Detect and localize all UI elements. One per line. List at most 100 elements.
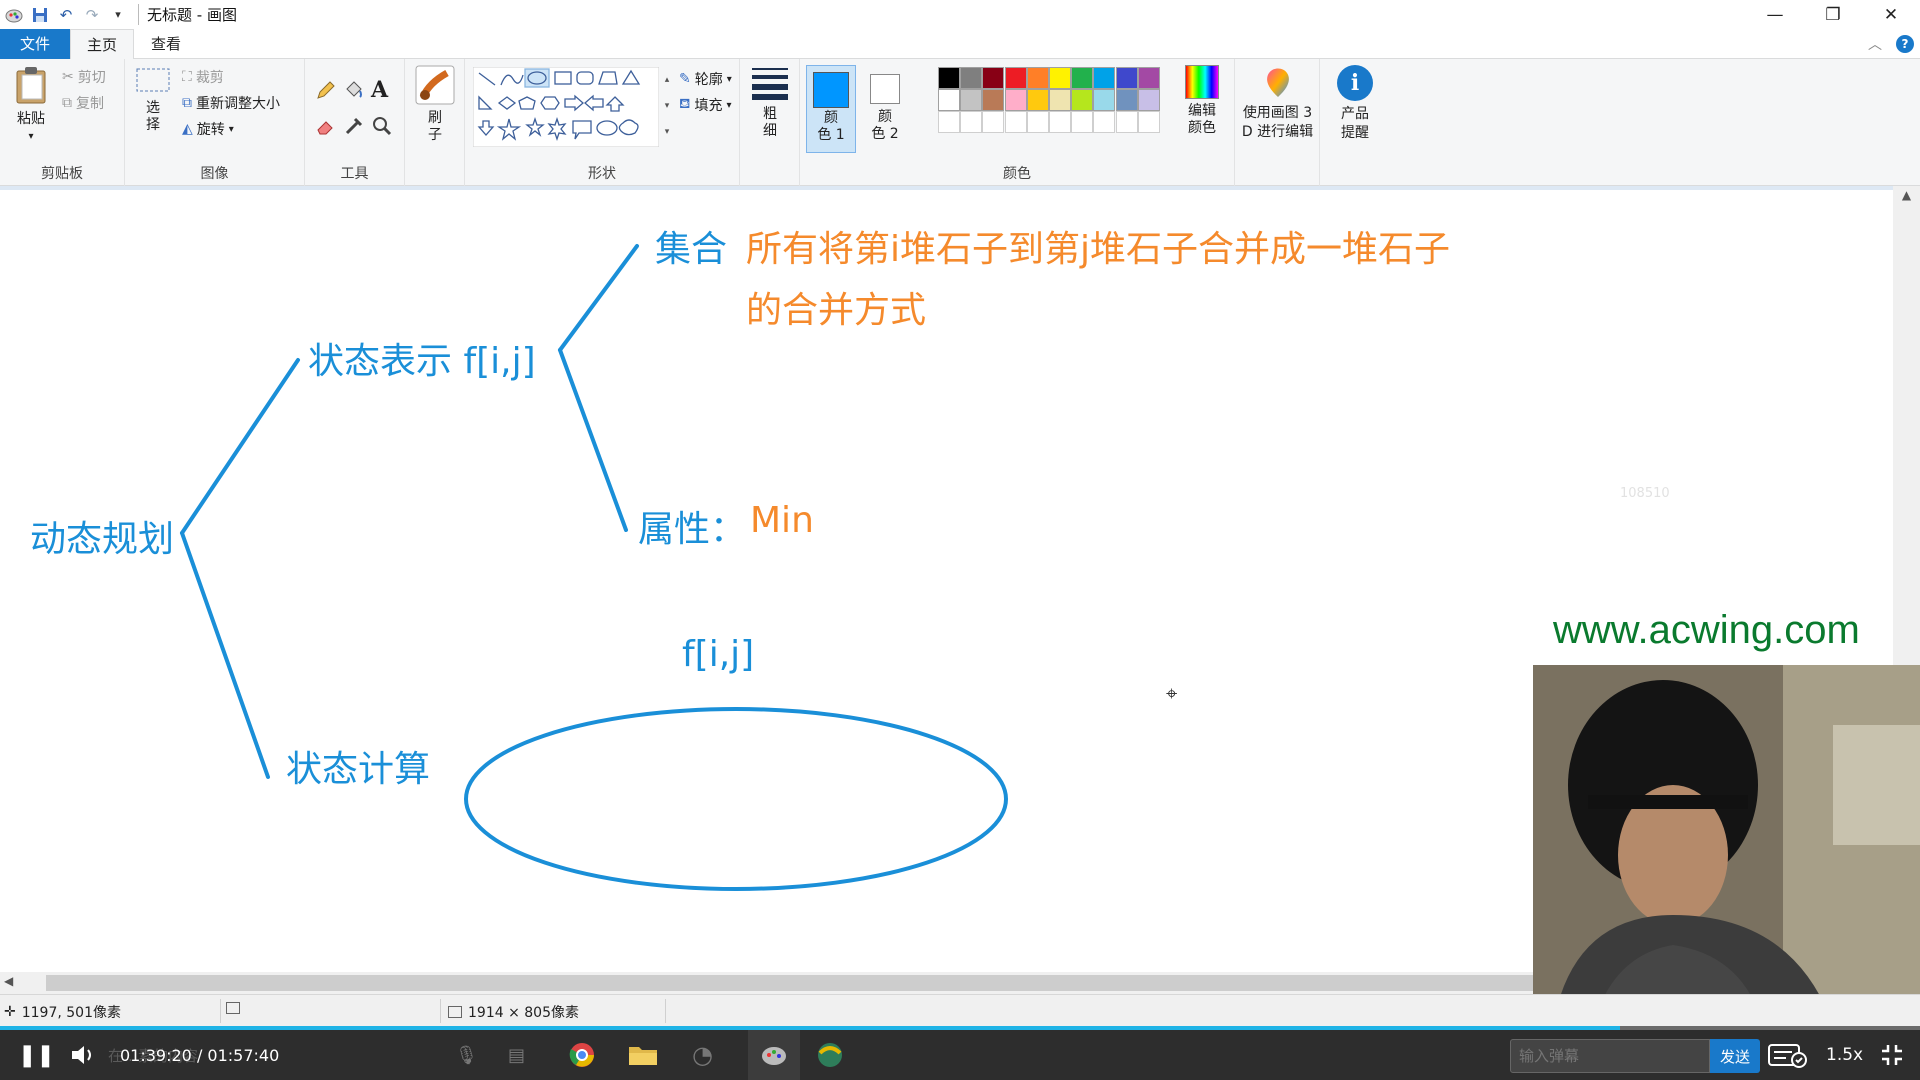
palette-swatch[interactable] [1137, 89, 1160, 111]
scroll-left-icon[interactable]: ◀ [4, 974, 13, 988]
palette-swatch[interactable] [1115, 67, 1138, 89]
edit-colors-button[interactable]: 编辑 颜色 [1180, 65, 1224, 137]
color-picker-icon[interactable] [343, 115, 365, 141]
playback-speed-button[interactable]: 1.5x [1826, 1030, 1863, 1080]
maximize-button[interactable]: ❐ [1804, 0, 1862, 29]
palette-swatch[interactable] [938, 67, 960, 89]
text-tool-icon[interactable]: A [371, 77, 388, 103]
palette-swatch[interactable] [1004, 89, 1027, 111]
danmu-input[interactable] [1510, 1039, 1710, 1073]
select-rectangle-icon [136, 68, 170, 92]
volume-button[interactable] [70, 1030, 96, 1080]
color2-button[interactable]: 颜 色 2 [860, 65, 910, 143]
paste-label: 粘贴 [17, 111, 45, 127]
palette-swatch[interactable] [1049, 89, 1071, 111]
progress-track[interactable] [0, 1026, 1920, 1030]
task-view-icon: ▤ [508, 1044, 526, 1066]
paste-button[interactable]: 粘贴 ▾ [8, 65, 54, 146]
palette-swatch[interactable] [938, 89, 960, 111]
resize-button[interactable]: ⧉ 重新调整大小 [182, 93, 280, 113]
copy-label: 复制 [76, 96, 104, 112]
help-icon[interactable]: ? [1896, 35, 1914, 53]
palette-swatch-empty[interactable] [938, 111, 960, 133]
tab-home[interactable]: 主页 [70, 29, 134, 60]
canvas-area: 动态规划 状态表示 f[i,j] 集合 所有将第i堆石子到第j堆石子合并成一堆石… [0, 186, 1920, 1025]
pause-button[interactable]: ❚❚ [18, 1030, 55, 1080]
tab-view[interactable]: 查看 [134, 29, 198, 59]
send-danmu-button[interactable]: 发送 [1710, 1039, 1760, 1073]
scroll-up-icon[interactable]: ▲ [1893, 188, 1920, 202]
palette-swatch[interactable] [960, 89, 983, 111]
outline-button[interactable]: ✎ 轮廓 ▾ [679, 69, 732, 89]
palette-swatch[interactable] [982, 89, 1005, 111]
obs-taskbar-icon: ◔ [692, 1041, 713, 1069]
size-button[interactable]: 粗 细 [746, 65, 794, 140]
rotate-label: 旋转 [196, 122, 225, 138]
horizontal-scroll-thumb[interactable] [46, 975, 1646, 991]
palette-swatch-empty[interactable] [1049, 111, 1071, 133]
palette-swatch[interactable] [982, 67, 1005, 89]
shapes-gallery-scroll[interactable]: ▴ ▾ ▾ [661, 67, 673, 147]
shapes-group-label: 形状 [588, 166, 616, 182]
palette-swatch-empty[interactable] [1093, 111, 1116, 133]
info-icon: i [1337, 65, 1373, 101]
close-button[interactable]: ✕ [1862, 0, 1920, 29]
redo-icon[interactable]: ↷ [82, 5, 102, 25]
fill-bucket-icon[interactable] [343, 79, 365, 105]
palette-swatch[interactable] [1004, 67, 1027, 89]
palette-swatch-empty[interactable] [1137, 111, 1160, 133]
exit-fullscreen-button[interactable] [1880, 1030, 1904, 1080]
palette-swatch-empty[interactable] [960, 111, 983, 133]
tab-file[interactable]: 文件 [0, 29, 70, 59]
cursor-position-text: 1197, 501像素 [21, 1005, 121, 1021]
customize-qat-icon[interactable]: ▾ [108, 5, 128, 25]
paint-app-icon[interactable] [4, 5, 24, 25]
magnifier-icon[interactable] [371, 115, 393, 141]
palette-swatch[interactable] [1093, 67, 1116, 89]
palette-swatch[interactable] [1093, 89, 1116, 111]
cut-button[interactable]: ✂ 剪切 [62, 67, 106, 87]
danmu-toggle-button[interactable] [1768, 1030, 1808, 1080]
palette-swatch-empty[interactable] [1115, 111, 1138, 133]
branch-line-set [558, 244, 639, 352]
palette-swatch[interactable] [1026, 67, 1049, 89]
product-alert-button[interactable]: i 产品 提醒 [1324, 65, 1386, 143]
palette-swatch-empty[interactable] [982, 111, 1005, 133]
palette-swatch-empty[interactable] [1004, 111, 1027, 133]
minimize-button[interactable]: — [1746, 0, 1804, 29]
tools-group-label: 工具 [340, 166, 369, 182]
palette-swatch[interactable] [960, 67, 983, 89]
paint3d-button[interactable]: 使用画图 3 D 进行编辑 [1237, 65, 1318, 142]
palette-swatch[interactable] [1026, 89, 1049, 111]
eraser-icon[interactable] [315, 115, 337, 141]
select-button[interactable]: 选 择 [133, 65, 173, 134]
clipboard-group-label: 剪贴板 [41, 166, 83, 182]
pencil-icon[interactable] [315, 79, 337, 105]
rotate-button[interactable]: ◭ 旋转 ▾ [182, 119, 234, 139]
palette-swatch[interactable] [1115, 89, 1138, 111]
palette-swatch[interactable] [1137, 67, 1160, 89]
palette-swatch-empty[interactable] [1071, 111, 1094, 133]
copy-button[interactable]: ⧉ 复制 [62, 93, 104, 113]
size-label: 粗 细 [763, 106, 777, 139]
product-alert-label: 产品 提醒 [1341, 106, 1369, 141]
chrome-taskbar-icon [568, 1030, 596, 1080]
save-icon[interactable] [30, 5, 50, 25]
collapse-ribbon-icon[interactable]: ︿ [1868, 34, 1882, 54]
color1-button[interactable]: 颜 色 1 [806, 65, 856, 153]
state-calc-ellipse [464, 707, 1008, 891]
palette-swatch[interactable] [1049, 67, 1071, 89]
color2-swatch [870, 74, 900, 104]
brushes-button[interactable]: 刷 子 [411, 65, 459, 144]
shapes-gallery[interactable] [473, 67, 659, 147]
palette-swatch[interactable] [1071, 67, 1094, 89]
undo-icon[interactable]: ↶ [56, 5, 76, 25]
fill-button[interactable]: ⛾ 填充 ▾ [679, 95, 731, 115]
brush-icon [415, 65, 455, 105]
shapes-group: ▴ ▾ ▾ ✎ 轮廓 ▾ ⛾ 填充 ▾ 形状 [465, 59, 740, 186]
palette-swatch-empty[interactable] [1026, 111, 1049, 133]
crop-button[interactable]: ⛶ 裁剪 [182, 67, 224, 87]
palette-swatch[interactable] [1071, 89, 1094, 111]
paint3d-icon [1266, 68, 1289, 97]
selection-size [226, 1002, 240, 1014]
